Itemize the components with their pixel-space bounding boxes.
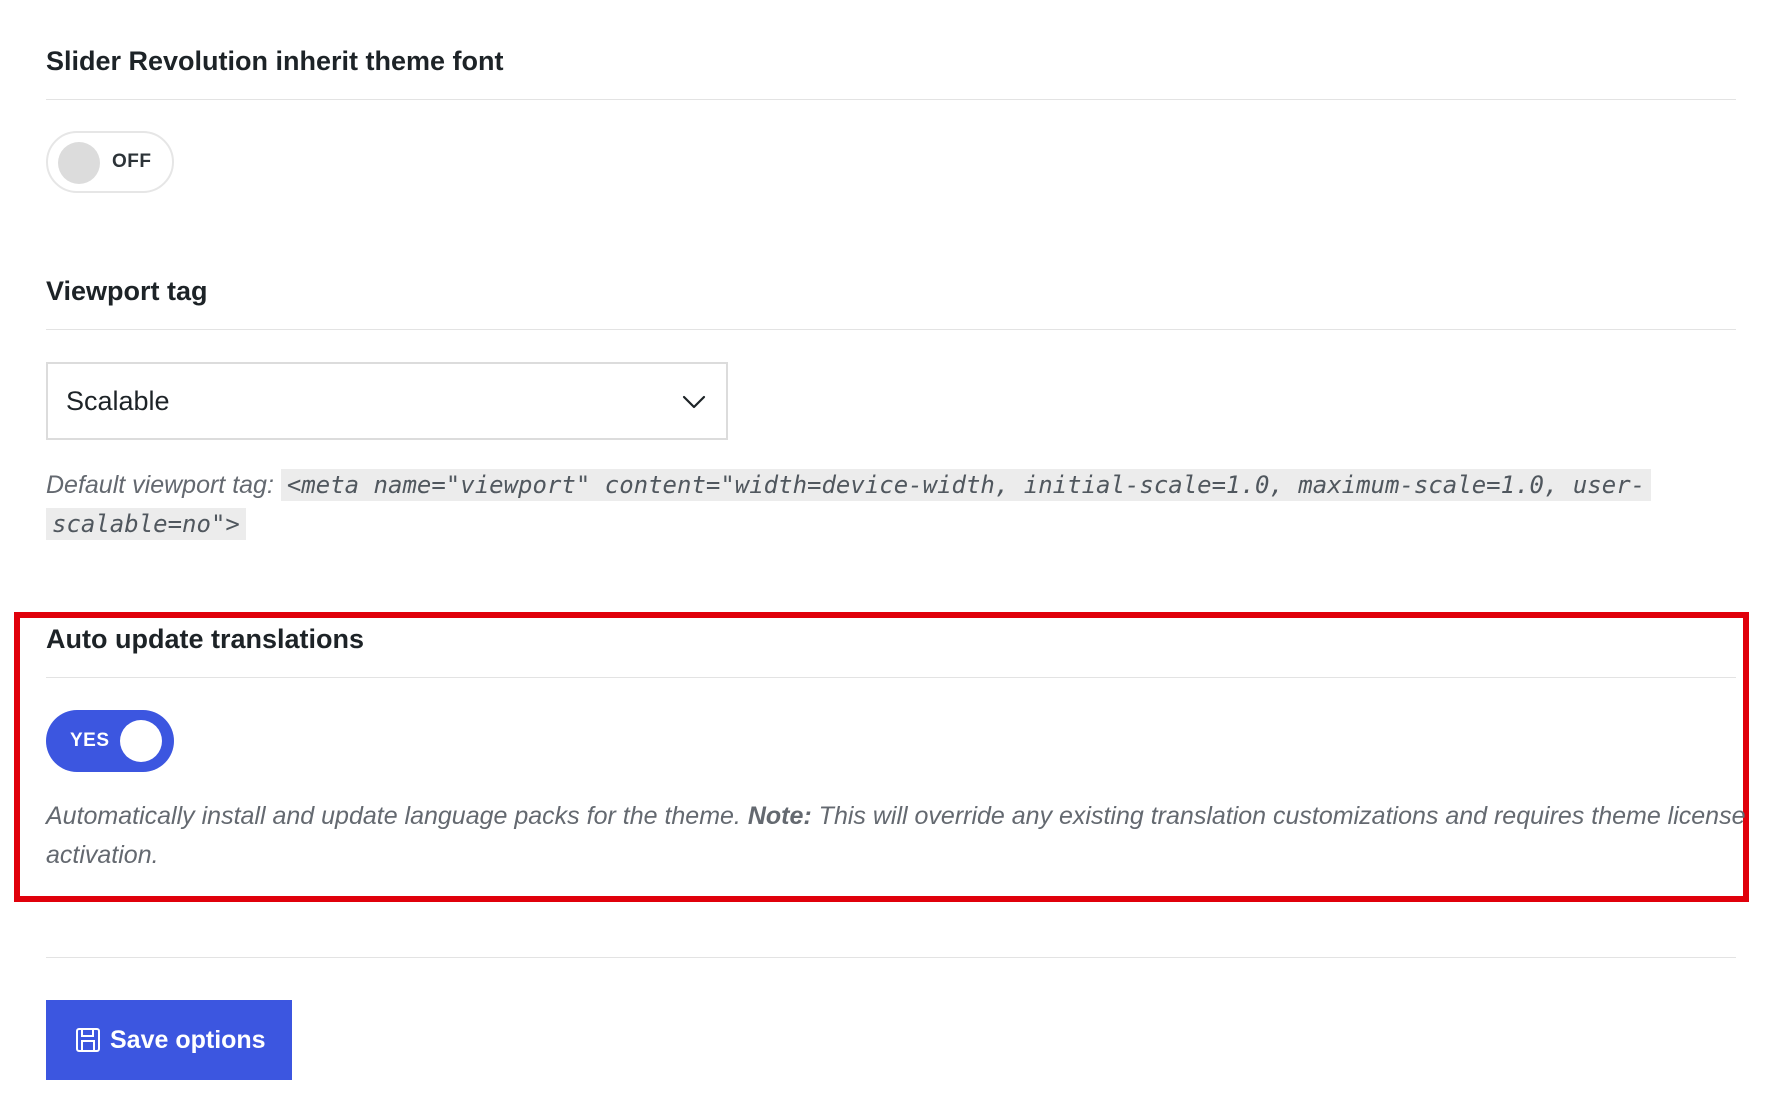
auto-update-note-label: Note: [747,802,812,830]
theme-font-section: Slider Revolution inherit theme font [46,44,1736,78]
auto-update-description: Automatically install and update languag… [46,797,1746,875]
theme-font-toggle[interactable]: OFF [46,131,174,193]
divider [46,677,1736,678]
divider [46,957,1736,958]
auto-update-description-start: Automatically install and update languag… [46,802,741,830]
settings-page: Slider Revolution inherit theme font OFF… [0,0,1768,1112]
viewport-description: Default viewport tag: <meta name="viewpo… [46,466,1736,544]
viewport-code: <meta name="viewport" content="width=dev… [46,469,1652,540]
viewport-select[interactable]: Scalable [46,362,728,440]
floppy-disk-icon [76,1028,100,1052]
auto-update-section: Auto update translations [46,622,1736,656]
divider [46,99,1736,100]
viewport-select-value: Scalable [66,386,170,416]
auto-update-toggle[interactable]: YES [46,710,174,772]
toggle-knob [120,720,162,762]
viewport-title: Viewport tag [46,276,208,306]
auto-update-title: Auto update translations [46,624,365,654]
chevron-down-icon [682,395,706,409]
save-options-button[interactable]: Save options [46,1000,292,1080]
toggle-label: YES [70,730,110,751]
theme-font-title: Slider Revolution inherit theme font [46,46,504,76]
save-options-label: Save options [110,1026,266,1054]
toggle-knob [58,142,100,184]
toggle-label: OFF [112,151,152,172]
divider [46,329,1736,330]
viewport-description-prefix: Default viewport tag: [46,471,274,499]
viewport-section: Viewport tag [46,274,1736,308]
